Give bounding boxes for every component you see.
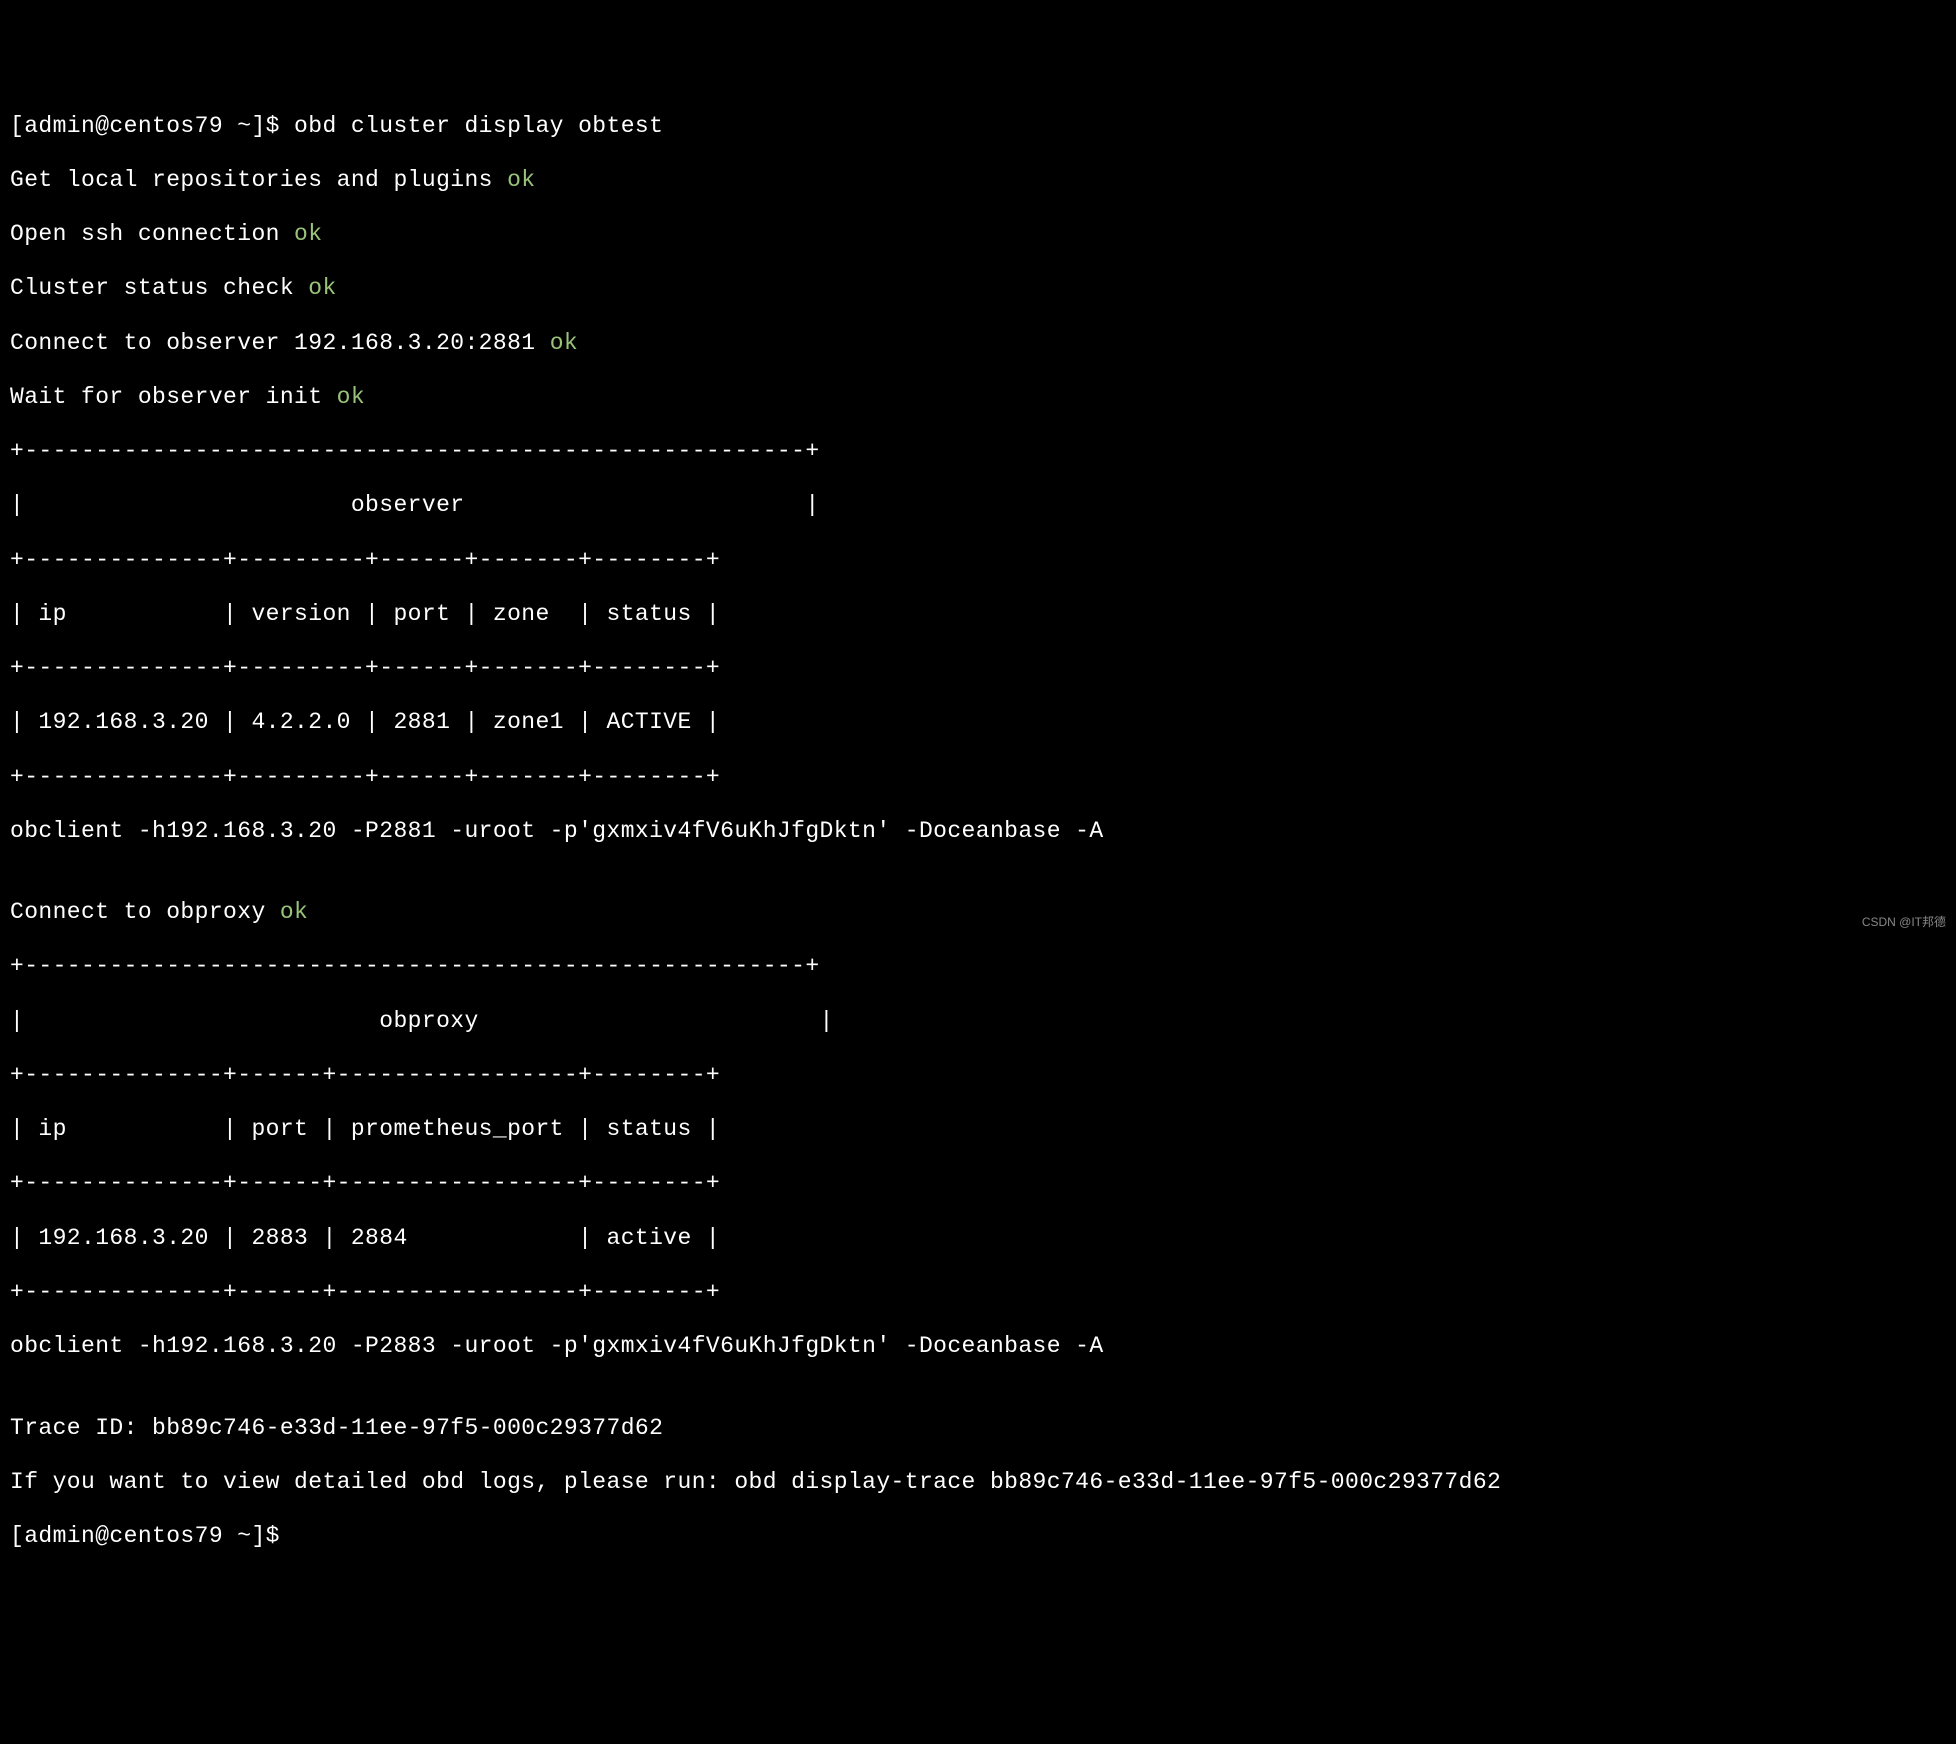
shell-prompt[interactable]: [admin@centos79 ~]$ <box>10 1523 1946 1550</box>
table-border: +---------------------------------------… <box>10 953 1946 980</box>
table-title: | observer | <box>10 492 1946 519</box>
status-ok: ok <box>294 221 322 247</box>
step-text: Cluster status check <box>10 275 308 301</box>
status-line: Open ssh connection ok <box>10 221 1946 248</box>
table-border: +---------------------------------------… <box>10 438 1946 465</box>
shell-command[interactable]: obd cluster display obtest <box>294 113 663 139</box>
table-header: | ip | version | port | zone | status | <box>10 601 1946 628</box>
table-border: +--------------+---------+------+-------… <box>10 764 1946 791</box>
table-header: | ip | port | prometheus_port | status | <box>10 1116 1946 1143</box>
status-line: Wait for observer init ok <box>10 384 1946 411</box>
step-text: Open ssh connection <box>10 221 294 247</box>
trace-id: Trace ID: bb89c746-e33d-11ee-97f5-000c29… <box>10 1415 1946 1442</box>
status-ok: ok <box>337 384 365 410</box>
table-border: +--------------+------+-----------------… <box>10 1062 1946 1089</box>
status-ok: ok <box>280 899 308 925</box>
status-line: Connect to obproxy ok <box>10 899 1946 926</box>
step-text: Connect to observer 192.168.3.20:2881 <box>10 330 550 356</box>
table-border: +--------------+---------+------+-------… <box>10 655 1946 682</box>
table-title: | obproxy | <box>10 1008 1946 1035</box>
step-text: Wait for observer init <box>10 384 337 410</box>
step-text: Connect to obproxy <box>10 899 280 925</box>
terminal-line: [admin@centos79 ~]$ obd cluster display … <box>10 113 1946 140</box>
table-border: +--------------+------+-----------------… <box>10 1170 1946 1197</box>
table-border: +--------------+---------+------+-------… <box>10 547 1946 574</box>
status-line: Connect to observer 192.168.3.20:2881 ok <box>10 330 1946 357</box>
shell-prompt[interactable]: [admin@centos79 ~]$ <box>10 113 294 139</box>
obclient-command: obclient -h192.168.3.20 -P2883 -uroot -p… <box>10 1333 1946 1360</box>
trace-hint: If you want to view detailed obd logs, p… <box>10 1469 1946 1496</box>
watermark: CSDN @IT邦德 <box>1862 915 1946 929</box>
status-ok: ok <box>308 275 336 301</box>
status-line: Get local repositories and plugins ok <box>10 167 1946 194</box>
status-ok: ok <box>507 167 535 193</box>
table-border: +--------------+------+-----------------… <box>10 1279 1946 1306</box>
table-row: | 192.168.3.20 | 2883 | 2884 | active | <box>10 1225 1946 1252</box>
status-ok: ok <box>550 330 578 356</box>
status-line: Cluster status check ok <box>10 275 1946 302</box>
table-row: | 192.168.3.20 | 4.2.2.0 | 2881 | zone1 … <box>10 709 1946 736</box>
obclient-command: obclient -h192.168.3.20 -P2881 -uroot -p… <box>10 818 1946 845</box>
step-text: Get local repositories and plugins <box>10 167 507 193</box>
